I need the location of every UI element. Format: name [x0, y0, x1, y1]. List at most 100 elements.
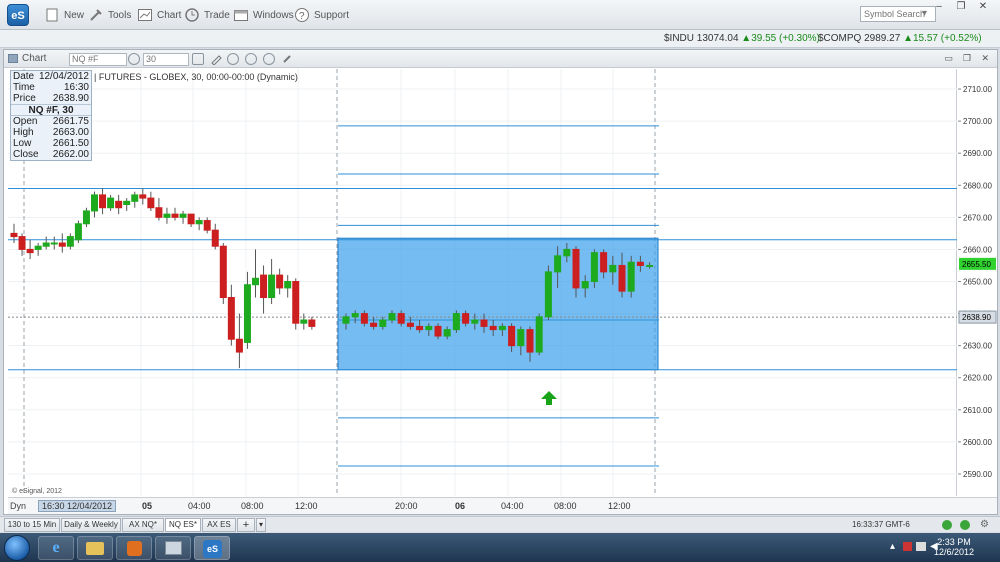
toolbar-chart-button[interactable]: Chart	[137, 7, 181, 23]
clock-icon[interactable]	[192, 53, 204, 65]
window-controls: – ❐ ✕	[928, 0, 994, 14]
add-tab-button[interactable]: +	[237, 518, 255, 532]
app-logo[interactable]: eS	[7, 4, 29, 26]
crosshair-icon[interactable]	[227, 53, 239, 65]
candle-body	[107, 197, 115, 209]
info-symbol-header: NQ #F, 30	[11, 104, 91, 116]
tab-ax-es[interactable]: AX ES	[202, 518, 236, 532]
candle-body	[406, 322, 414, 327]
settings-icon[interactable]: ⚙	[980, 519, 989, 530]
cursor-time-label: 16:30 12/04/2012	[38, 500, 117, 512]
candle-body	[554, 255, 562, 273]
ticker-item-indu[interactable]: $INDU 13074.04 ▲39.55 (+0.30%)	[664, 33, 820, 44]
time-label: 08:00	[241, 501, 264, 511]
toolbar-support-button[interactable]: ? Support	[294, 7, 349, 23]
toolbar-windows-button[interactable]: Windows	[233, 7, 294, 23]
candle-body	[600, 252, 608, 273]
candle-body	[370, 322, 378, 327]
tray-time: 2:33 PM	[937, 537, 971, 547]
candle-body	[155, 207, 163, 218]
media-player-taskbar-icon[interactable]	[116, 536, 152, 560]
toolbar-new-button[interactable]: New	[44, 7, 84, 23]
symbol-field[interactable]: NQ #F	[69, 53, 127, 66]
link-chain-icon[interactable]	[281, 53, 293, 65]
trade-icon	[185, 8, 199, 22]
candle-body	[480, 319, 488, 327]
candle-body	[646, 264, 654, 267]
start-button[interactable]	[4, 535, 30, 561]
svg-text:?: ?	[299, 11, 305, 22]
candle-body	[292, 281, 300, 324]
price-tick-label: 2620.00	[963, 374, 992, 383]
tray-flag-icon[interactable]	[903, 542, 912, 551]
explorer-taskbar-icon[interactable]	[77, 536, 113, 560]
candle-body	[66, 236, 74, 247]
support-icon: ?	[295, 8, 309, 22]
time-axis[interactable]: Dyn 16:30 12/04/2012 05 04:00 08:00 12:0…	[8, 497, 997, 514]
chart-restore-button[interactable]: ❐	[963, 53, 971, 64]
toolbar-trade-button[interactable]: Trade	[184, 7, 230, 23]
candle-body	[171, 213, 179, 218]
interval-field[interactable]: 30	[143, 53, 189, 66]
link-icon[interactable]	[128, 53, 140, 65]
candle-body	[187, 213, 195, 225]
info-time: 16:30	[63, 82, 89, 93]
refresh-icon[interactable]	[263, 53, 275, 65]
candle-body	[618, 264, 626, 292]
candle-body	[351, 313, 359, 318]
candle-body	[91, 194, 98, 212]
connection-status-icon[interactable]	[942, 520, 952, 530]
tray-network-icon[interactable]	[916, 542, 926, 551]
candle-body	[397, 313, 405, 324]
candle-body	[627, 261, 635, 292]
price-axis[interactable]: 2590.002600.002610.002620.002630.002640.…	[958, 69, 997, 496]
candle-body	[609, 264, 617, 273]
tray-clock[interactable]: 2:33 PM 12/6/2012	[934, 537, 974, 557]
play-icon[interactable]	[245, 53, 257, 65]
candle-body	[227, 297, 235, 340]
candlestick-chart[interactable]	[8, 69, 957, 496]
candle-body	[572, 248, 580, 289]
candle-body	[416, 325, 424, 331]
info-high-label: High	[13, 127, 34, 138]
tray-arrow-icon[interactable]: ▴	[890, 541, 895, 552]
candle-body	[360, 313, 368, 324]
ticker-change: 15.57 (+0.52%)	[912, 33, 982, 44]
candle-body	[139, 194, 147, 199]
tab-ax-nq[interactable]: AX NQ*	[122, 518, 164, 532]
price-tick-label: 2610.00	[963, 406, 992, 415]
windows-icon	[234, 10, 248, 21]
new-icon	[46, 8, 58, 22]
price-tick-label: 2710.00	[963, 85, 992, 94]
candle-body	[74, 223, 82, 241]
close-button[interactable]: ✕	[972, 0, 994, 14]
chart-minimize-button[interactable]: ▭	[944, 53, 953, 64]
toolbar-tools-button[interactable]: Tools	[88, 7, 131, 23]
network-taskbar-icon[interactable]	[155, 536, 191, 560]
toolbar-trade-label: Trade	[204, 9, 230, 21]
tab-130-to-15-min[interactable]: 130 to 15 Min	[4, 518, 60, 532]
candle-body	[544, 271, 552, 318]
data-status-icon[interactable]	[960, 520, 970, 530]
tab-daily-weekly[interactable]: Daily & Weekly	[61, 518, 121, 532]
candle-body	[590, 252, 598, 282]
esignal-taskbar-icon[interactable]: eS	[194, 536, 230, 560]
restore-button[interactable]: ❐	[950, 0, 972, 14]
candle-body	[211, 229, 219, 247]
pencil-icon[interactable]	[210, 53, 222, 66]
minimize-button[interactable]: –	[928, 0, 950, 14]
chart-plot-area[interactable]	[8, 69, 957, 496]
candle-body	[123, 200, 131, 206]
info-price: 2638.90	[52, 93, 89, 104]
price-tick-label: 2670.00	[963, 213, 992, 222]
price-tick-label: 2590.00	[963, 470, 992, 479]
ie-taskbar-icon[interactable]: e	[38, 536, 74, 560]
price-tick-label: 2660.00	[963, 245, 992, 254]
search-dropdown-icon[interactable]: ▾	[922, 8, 927, 19]
candle-body	[235, 338, 243, 353]
tab-menu-button[interactable]: ▾	[256, 518, 266, 532]
info-time-label: Time	[13, 82, 35, 93]
ticker-item-compq[interactable]: $COMPQ 2989.27 ▲15.57 (+0.52%)	[818, 33, 982, 44]
tab-nq-es[interactable]: NQ ES*	[165, 518, 201, 532]
chart-close-button[interactable]: ✕	[981, 53, 989, 64]
